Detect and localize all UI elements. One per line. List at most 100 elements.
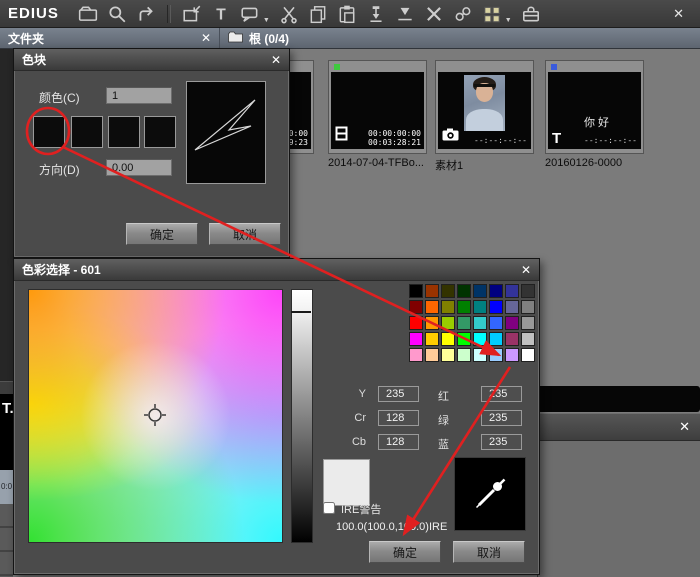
palette-swatch[interactable] xyxy=(521,332,535,346)
color-swatch-1[interactable] xyxy=(33,116,65,148)
palette-swatch[interactable] xyxy=(473,300,487,314)
cr-field[interactable] xyxy=(378,410,419,426)
direction-input[interactable] xyxy=(106,159,172,176)
green-field[interactable] xyxy=(481,410,522,426)
palette-swatch[interactable] xyxy=(409,284,423,298)
color-swatch-3[interactable] xyxy=(108,116,140,148)
cr-label: Cr xyxy=(346,412,366,424)
folder-icon[interactable] xyxy=(78,4,98,24)
palette-swatch[interactable] xyxy=(473,348,487,362)
color-count-input[interactable] xyxy=(106,87,172,104)
cancel-button[interactable]: 取消 xyxy=(209,223,281,245)
toolbox-icon[interactable] xyxy=(521,4,541,24)
palette-swatch[interactable] xyxy=(409,348,423,362)
palette-swatch[interactable] xyxy=(489,332,503,346)
ok-button[interactable]: 确定 xyxy=(126,223,198,245)
red-field[interactable] xyxy=(481,386,522,402)
match-frame-icon[interactable] xyxy=(453,4,473,24)
palette-swatch[interactable] xyxy=(473,316,487,330)
palette-swatch[interactable] xyxy=(521,300,535,314)
delete-icon[interactable] xyxy=(424,4,444,24)
color-gradient-area[interactable] xyxy=(28,289,283,543)
clip-name: 20160126-0000 xyxy=(545,157,644,169)
palette-swatch[interactable] xyxy=(521,348,535,362)
palette-swatch[interactable] xyxy=(457,284,471,298)
clip-timecode: 0:009:23 xyxy=(289,129,308,147)
edius-app-window: EDIUS T ▼ xyxy=(0,0,700,577)
clip-item[interactable]: 你好 T --:--:--:-- 20160126-0000 xyxy=(545,60,644,169)
palette-swatch[interactable] xyxy=(425,332,439,346)
palette-swatch[interactable] xyxy=(489,316,503,330)
palette-swatch[interactable] xyxy=(521,284,535,298)
color-swatch-4[interactable] xyxy=(144,116,176,148)
cb-field[interactable] xyxy=(378,434,419,450)
palette-swatch[interactable] xyxy=(505,300,519,314)
cancel-button[interactable]: 取消 xyxy=(453,541,525,563)
palette-swatch[interactable] xyxy=(521,316,535,330)
palette-swatch[interactable] xyxy=(441,348,455,362)
palette-swatch[interactable] xyxy=(409,316,423,330)
palette-swatch[interactable] xyxy=(425,316,439,330)
paste-icon[interactable] xyxy=(337,4,357,24)
dialog-titlebar: 色彩选择 - 601 ✕ xyxy=(14,259,539,281)
palette-swatch[interactable] xyxy=(489,284,503,298)
tab-bin[interactable]: 根 (0/4) xyxy=(220,28,297,48)
luminance-slider-handle[interactable] xyxy=(291,311,311,313)
search-icon[interactable] xyxy=(107,4,127,24)
palette-swatch[interactable] xyxy=(457,332,471,346)
color-picker-dialog: 色彩选择 - 601 ✕ Y Cr Cb 红 绿 蓝 xyxy=(13,258,540,575)
close-icon[interactable]: ✕ xyxy=(271,53,281,67)
blue-field[interactable] xyxy=(481,434,522,450)
color-crosshair[interactable] xyxy=(142,402,168,428)
ok-button[interactable]: 确定 xyxy=(369,541,441,563)
close-icon[interactable]: ✕ xyxy=(673,6,692,22)
close-icon[interactable]: ✕ xyxy=(521,263,531,277)
palette-swatch[interactable] xyxy=(441,332,455,346)
clip-item[interactable]: --:--:--:-- 素材1 xyxy=(435,60,534,173)
palette-swatch[interactable] xyxy=(505,316,519,330)
svg-text:T: T xyxy=(216,6,226,23)
palette-swatch[interactable] xyxy=(425,284,439,298)
palette-swatch[interactable] xyxy=(489,300,503,314)
palette-swatch[interactable] xyxy=(457,316,471,330)
palette-swatch[interactable] xyxy=(473,332,487,346)
palette-swatch[interactable] xyxy=(505,348,519,362)
palette-swatch[interactable] xyxy=(409,332,423,346)
luminance-slider[interactable] xyxy=(291,289,313,543)
palette-swatch[interactable] xyxy=(473,284,487,298)
cb-label: Cb xyxy=(346,436,366,448)
eyedropper-well[interactable] xyxy=(454,457,526,531)
copy-icon[interactable] xyxy=(308,4,328,24)
palette-swatch[interactable] xyxy=(505,332,519,346)
ire-warning-checkbox[interactable] xyxy=(323,502,335,514)
palette-swatch[interactable] xyxy=(505,284,519,298)
palette-swatch[interactable] xyxy=(409,300,423,314)
palette-swatch[interactable] xyxy=(425,300,439,314)
capture-icon[interactable] xyxy=(182,4,202,24)
palette-swatch[interactable] xyxy=(441,300,455,314)
arrow-preview-icon xyxy=(187,82,265,182)
add-point-icon[interactable] xyxy=(366,4,386,24)
view-grid-icon[interactable] xyxy=(482,4,502,24)
palette-swatch[interactable] xyxy=(441,284,455,298)
set-in-icon[interactable] xyxy=(395,4,415,24)
color-swatch-2[interactable] xyxy=(71,116,103,148)
palette-swatch[interactable] xyxy=(489,348,503,362)
edius-logo: EDIUS xyxy=(8,5,59,22)
clip-item[interactable]: 00:00:00:0000:03:28:21 2014-07-04-TFBo..… xyxy=(328,60,427,169)
palette-swatch[interactable] xyxy=(441,316,455,330)
close-icon[interactable]: ✕ xyxy=(201,31,211,45)
up-level-icon[interactable] xyxy=(136,4,156,24)
tab-folder[interactable]: 文件夹 ✕ xyxy=(0,28,220,48)
title-icon[interactable]: T xyxy=(211,4,231,24)
clip-timecode: 00:00:00:0000:03:28:21 xyxy=(368,129,421,147)
cut-icon[interactable] xyxy=(279,4,299,24)
chevron-down-icon[interactable]: ▼ xyxy=(263,17,270,27)
palette-swatch[interactable] xyxy=(425,348,439,362)
palette-swatch[interactable] xyxy=(457,300,471,314)
y-field[interactable] xyxy=(378,386,419,402)
close-icon[interactable]: ✕ xyxy=(679,419,690,435)
palette-swatch[interactable] xyxy=(457,348,471,362)
comment-icon[interactable] xyxy=(240,4,260,24)
chevron-down-icon[interactable]: ▼ xyxy=(505,17,512,27)
